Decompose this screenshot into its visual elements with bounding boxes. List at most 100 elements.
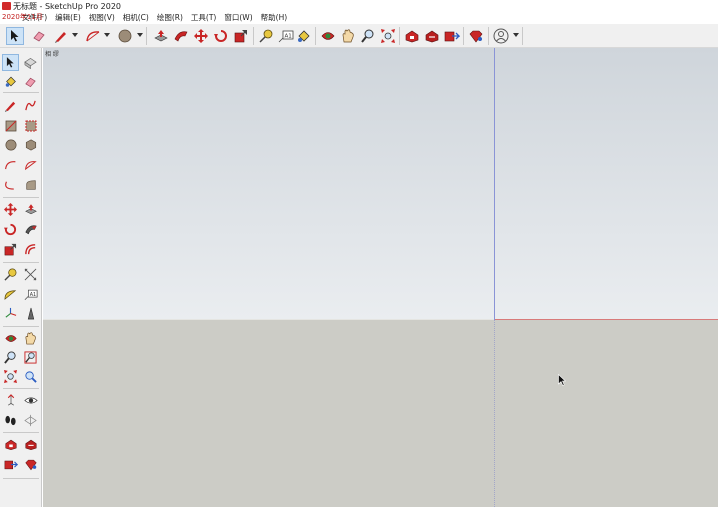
- axes-icon[interactable]: [2, 305, 19, 322]
- arc-icon[interactable]: [84, 27, 102, 45]
- walk-icon[interactable]: [2, 412, 19, 429]
- palette-separator: [3, 262, 39, 263]
- user-account-icon[interactable]: [492, 27, 510, 45]
- palette-separator: [3, 432, 39, 433]
- push-pull-icon[interactable]: [152, 27, 170, 45]
- text-icon[interactable]: A1: [22, 286, 39, 303]
- toolbar-separator: [488, 27, 489, 45]
- rotate-icon[interactable]: [212, 27, 230, 45]
- palette-separator: [3, 478, 39, 479]
- rectangle-icon[interactable]: [2, 117, 19, 134]
- svg-text:A1: A1: [29, 292, 35, 298]
- pencil-dropdown-icon[interactable]: [72, 33, 78, 37]
- window-title: 无标题 - SketchUp Pro 2020: [13, 2, 121, 11]
- position-camera-icon[interactable]: [2, 392, 19, 409]
- tape-measure-icon[interactable]: [257, 27, 275, 45]
- text-icon[interactable]: A1: [277, 27, 295, 45]
- title-bar: 无标题 - SketchUp Pro 2020: [0, 0, 718, 12]
- toolbar-separator: [315, 27, 316, 45]
- rotate-icon[interactable]: [2, 221, 19, 238]
- menu-window[interactable]: 窗口(W): [220, 12, 256, 24]
- zoom-window-icon[interactable]: [22, 349, 39, 366]
- ruby-console-icon[interactable]: [22, 456, 39, 473]
- scene-tab-label[interactable]: 相 缪: [45, 49, 59, 58]
- toolbar-separator: [146, 27, 147, 45]
- ground-plane: [43, 320, 718, 507]
- eraser-icon[interactable]: [22, 73, 39, 90]
- menu-edit[interactable]: 编辑(E): [51, 12, 85, 24]
- dimension-icon[interactable]: [22, 266, 39, 283]
- arc-dropdown-icon[interactable]: [104, 33, 110, 37]
- paint-bucket-icon[interactable]: [295, 27, 313, 45]
- warehouse-icon[interactable]: [2, 436, 19, 453]
- warehouse-icon[interactable]: [403, 27, 421, 45]
- two-point-arc-icon[interactable]: [2, 176, 19, 193]
- rotated-rectangle-icon[interactable]: [22, 117, 39, 134]
- model-viewport[interactable]: 相 缪: [43, 48, 718, 507]
- circle-icon[interactable]: [116, 27, 134, 45]
- select-icon[interactable]: [6, 27, 24, 45]
- tape-measure-icon[interactable]: [2, 266, 19, 283]
- arc-icon[interactable]: [2, 156, 19, 173]
- make-component-icon[interactable]: [22, 54, 39, 71]
- tool-palette: A1: [0, 48, 42, 507]
- pan-icon[interactable]: [22, 330, 39, 347]
- menu-draw[interactable]: 绘图(R): [153, 12, 187, 24]
- zoom-icon[interactable]: [359, 27, 377, 45]
- toolbar-separator: [463, 27, 464, 45]
- toolbar-separator: [253, 27, 254, 45]
- pan-icon[interactable]: [339, 27, 357, 45]
- svg-text:A1: A1: [285, 34, 292, 40]
- menu-view[interactable]: 视图(V): [85, 12, 119, 24]
- extension-icon[interactable]: [423, 27, 441, 45]
- follow-me-icon[interactable]: [22, 221, 39, 238]
- orbit-icon[interactable]: [2, 330, 19, 347]
- scale-icon[interactable]: [232, 27, 250, 45]
- line-icon[interactable]: [2, 97, 19, 114]
- share-model-icon[interactable]: [2, 456, 19, 473]
- eraser-icon[interactable]: [30, 27, 48, 45]
- 3d-text-icon[interactable]: [22, 305, 39, 322]
- palette-separator: [3, 197, 39, 198]
- share-icon[interactable]: [443, 27, 461, 45]
- circle-icon[interactable]: [2, 136, 19, 153]
- menu-tools[interactable]: 工具(T): [187, 12, 220, 24]
- zoom-icon[interactable]: [2, 349, 19, 366]
- date-overlay: 2020年11月: [2, 13, 43, 21]
- protractor-icon[interactable]: [2, 286, 19, 303]
- pencil-icon[interactable]: [52, 27, 70, 45]
- sky-background: [43, 48, 718, 320]
- polygon-icon[interactable]: [22, 136, 39, 153]
- extension-warehouse-icon[interactable]: [22, 436, 39, 453]
- pie-icon[interactable]: [22, 156, 39, 173]
- mouse-cursor-icon: [558, 373, 567, 388]
- push-pull-icon[interactable]: [22, 201, 39, 218]
- previous-view-icon[interactable]: [22, 368, 39, 385]
- three-point-arc-icon[interactable]: [22, 176, 39, 193]
- orbit-icon[interactable]: [319, 27, 337, 45]
- circle-dropdown-icon[interactable]: [137, 33, 143, 37]
- toolbar-separator: [399, 27, 400, 45]
- menu-help[interactable]: 帮助(H): [257, 12, 292, 24]
- paint-bucket-icon[interactable]: [2, 73, 19, 90]
- offset-icon[interactable]: [22, 241, 39, 258]
- blue-axis: [494, 48, 495, 320]
- zoom-extents-icon[interactable]: [379, 27, 397, 45]
- ruby-icon[interactable]: [467, 27, 485, 45]
- select-icon[interactable]: [2, 54, 19, 71]
- section-plane-icon[interactable]: [22, 412, 39, 429]
- toolbar-separator: [522, 27, 523, 45]
- account-dropdown-icon[interactable]: [513, 33, 519, 37]
- palette-separator: [3, 92, 39, 93]
- freehand-icon[interactable]: [22, 97, 39, 114]
- move-icon[interactable]: [192, 27, 210, 45]
- look-around-icon[interactable]: [22, 392, 39, 409]
- menu-bar: 文件(F) 编辑(E) 视图(V) 相机(C) 绘图(R) 工具(T) 窗口(W…: [0, 12, 718, 24]
- scale-icon[interactable]: [2, 241, 19, 258]
- follow-me-icon[interactable]: [172, 27, 190, 45]
- green-axis-dotted: [494, 320, 495, 507]
- palette-separator: [3, 326, 39, 327]
- zoom-extents-icon[interactable]: [2, 368, 19, 385]
- menu-camera[interactable]: 相机(C): [119, 12, 153, 24]
- move-icon[interactable]: [2, 201, 19, 218]
